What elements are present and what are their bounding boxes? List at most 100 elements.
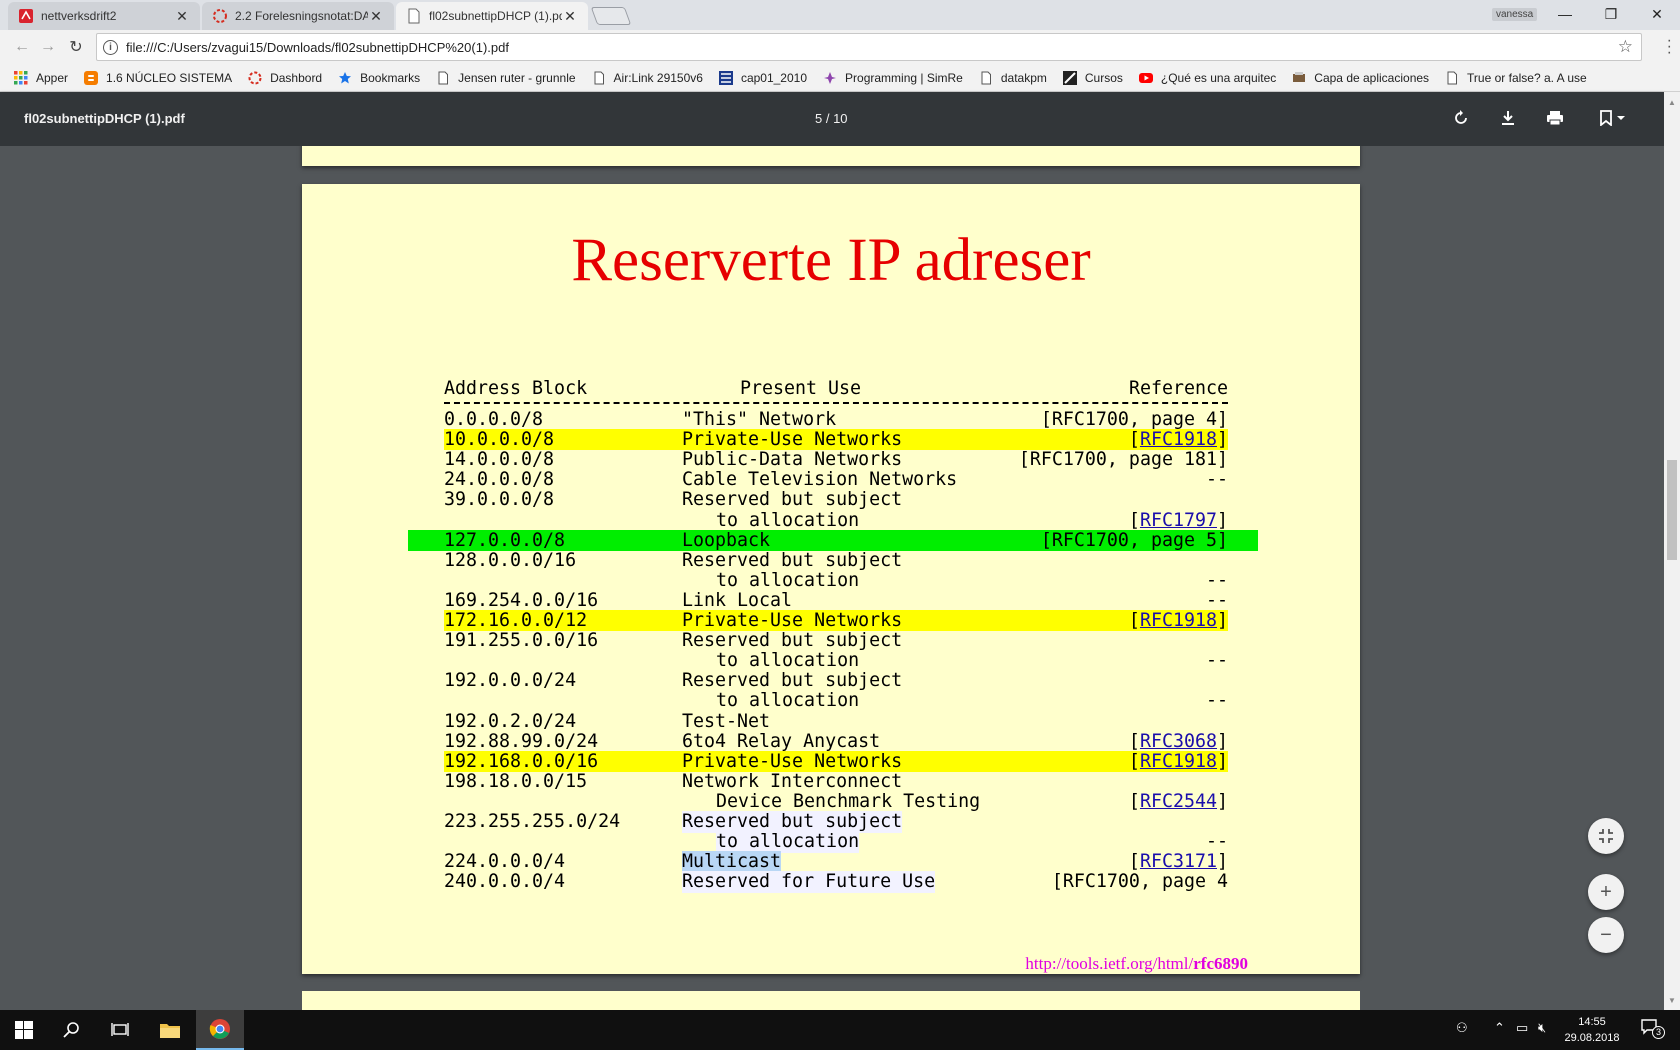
- scroll-down-icon[interactable]: ▼: [1668, 996, 1676, 1005]
- volume-muted-icon[interactable]: 🔇︎: [1538, 1020, 1546, 1036]
- info-icon[interactable]: i: [103, 39, 118, 55]
- chrome-icon[interactable]: [196, 1010, 244, 1050]
- address-block-cell: 172.16.0.0/12: [444, 610, 588, 631]
- rfc-link[interactable]: RFC1797: [1140, 510, 1217, 531]
- rotate-icon[interactable]: [1449, 106, 1473, 130]
- bookmark-item[interactable]: ¿Qué es una arquitec: [1138, 71, 1276, 85]
- new-tab-button[interactable]: [590, 7, 632, 25]
- zoom-in-icon[interactable]: +: [1588, 874, 1624, 910]
- bookmark-label: Apper: [36, 70, 69, 85]
- minimize-icon[interactable]: —: [1542, 0, 1588, 28]
- rfc-link[interactable]: RFC3068: [1140, 731, 1217, 752]
- bookmark-item[interactable]: Programming | SimRe: [823, 71, 963, 85]
- pdf-viewer[interactable]: Reserverte IP adreser Address Block Pres…: [0, 146, 1664, 1010]
- reference-cell: [RFC1700, page 181]: [1018, 449, 1228, 471]
- tab-close-icon[interactable]: ✕: [562, 8, 578, 25]
- pdf-filename: fl02subnettipDHCP (1).pdf: [24, 111, 185, 126]
- tab-pdf-active[interactable]: fl02subnettipDHCP (1).pd ✕: [396, 2, 588, 30]
- action-center-icon[interactable]: 3: [1640, 1018, 1665, 1039]
- tray-chevron-icon[interactable]: ⌃: [1494, 1020, 1505, 1036]
- bookmark-item[interactable]: Bookmarks: [338, 71, 420, 85]
- address-block-cell: 127.0.0.0/8: [444, 529, 566, 551]
- table-row: Device Benchmark Testing [RFC2544]: [302, 791, 1360, 813]
- loading-spinner-icon: [212, 8, 228, 24]
- present-use-cell: Private-Use Networks: [682, 610, 903, 631]
- bookmark-item[interactable]: Air:Link 29150v6: [592, 71, 703, 85]
- rfc-link[interactable]: RFC1918: [1140, 751, 1217, 772]
- table-row: to allocation --: [302, 690, 1360, 712]
- url-text[interactable]: file:///C:/Users/zvagui15/Downloads/fl02…: [126, 40, 509, 55]
- chrome-menu-icon[interactable]: · · ·: [1667, 33, 1672, 61]
- bookmark-item[interactable]: datakpm: [979, 71, 1047, 85]
- bracket-open: [: [1128, 730, 1140, 752]
- table-row: 39.0.0.0/8 Reserved but subject: [302, 489, 1360, 511]
- bracket-open: [: [1128, 509, 1140, 531]
- source-link-rfc[interactable]: rfc6890: [1193, 954, 1248, 973]
- bookmark-item[interactable]: Cursos: [1062, 70, 1123, 85]
- bookmark-item[interactable]: Capa de aplicaciones: [1292, 71, 1429, 85]
- flag-icon: [718, 70, 733, 85]
- bookmark-label: datakpm: [1000, 70, 1047, 85]
- star-icon: [338, 71, 352, 85]
- task-view-icon[interactable]: [96, 1010, 144, 1050]
- rfc-link[interactable]: RFC3171: [1140, 851, 1217, 872]
- present-use-cell: Test-Net: [682, 710, 771, 732]
- reference-cell: [RFC1700, page 5]: [1040, 529, 1228, 551]
- bookmark-item[interactable]: cap01_2010: [718, 70, 807, 85]
- present-use-cell: to allocation: [716, 690, 860, 712]
- bookmark-item[interactable]: Dashbord: [248, 71, 322, 85]
- profile-name-chip[interactable]: vanessa: [1492, 8, 1538, 21]
- bookmark-label: Programming | SimRe: [845, 70, 963, 85]
- table-row: to allocation --: [302, 831, 1360, 853]
- windows-start-icon[interactable]: [0, 1010, 48, 1050]
- back-arrow-icon[interactable]: ←: [12, 37, 32, 57]
- bracket-open: [: [1128, 790, 1140, 812]
- network-icon[interactable]: ▭: [1516, 1020, 1528, 1036]
- people-icon[interactable]: ⚇: [1456, 1020, 1468, 1036]
- bookmark-item[interactable]: Jensen ruter - grunnle: [436, 71, 576, 85]
- present-use-cell: to allocation: [716, 509, 860, 531]
- table-row: 24.0.0.0/8 Cable Television Networks --: [302, 469, 1360, 491]
- bookmark-item[interactable]: 1.6 NÚCLEO SISTEMA: [84, 70, 232, 85]
- file-explorer-icon[interactable]: [146, 1010, 194, 1050]
- rfc-link[interactable]: RFC1918: [1140, 429, 1217, 450]
- close-window-icon[interactable]: ✕: [1634, 0, 1680, 28]
- scroll-up-icon[interactable]: ▲: [1668, 98, 1676, 107]
- page-indicator[interactable]: 5 / 10: [815, 111, 848, 126]
- search-icon[interactable]: [48, 1010, 96, 1050]
- download-icon[interactable]: [1496, 106, 1520, 130]
- bookmark-menu-icon[interactable]: [1596, 106, 1632, 130]
- bookmark-item[interactable]: True or false? a. A use: [1445, 71, 1587, 85]
- address-block-cell: 10.0.0.0/8: [444, 429, 555, 451]
- fit-page-icon[interactable]: [1588, 818, 1624, 854]
- source-link-prefix[interactable]: http://tools.ietf.org/html/: [1025, 954, 1193, 973]
- forward-arrow-icon[interactable]: →: [38, 37, 58, 57]
- source-link[interactable]: http://tools.ietf.org/html/rfc6890: [1025, 954, 1248, 974]
- table-row: 192.168.0.0/16 Private-Use Networks [RFC19…: [302, 750, 1360, 773]
- tab-close-icon[interactable]: ✕: [368, 8, 384, 25]
- rfc-link[interactable]: RFC2544: [1140, 791, 1217, 812]
- cursos-icon: [1062, 70, 1077, 85]
- page-icon: [592, 71, 606, 85]
- address-block-cell: 191.255.0.0/16: [444, 630, 599, 652]
- vertical-scrollbar[interactable]: ▲ ▼: [1664, 92, 1680, 1010]
- bookmark-label: Dashbord: [270, 70, 323, 85]
- address-block-cell: 223.255.255.0/24: [444, 811, 621, 832]
- tab-forelesningsnotat[interactable]: 2.2 Forelesningsnotat:DA ✕: [202, 2, 394, 30]
- reference-cell: [RFC3068]: [1129, 731, 1228, 753]
- zoom-out-icon[interactable]: −: [1588, 917, 1624, 953]
- taskbar-clock[interactable]: 14:55 29.08.2018: [1556, 1014, 1628, 1046]
- rfc-link[interactable]: RFC1918: [1140, 610, 1217, 631]
- scroll-thumb[interactable]: [1667, 460, 1677, 560]
- bookmark-item[interactable]: Apper: [14, 70, 69, 85]
- tab-nettverksdrift2[interactable]: nettverksdrift2 ✕: [8, 2, 200, 30]
- table-row: to allocation --: [302, 650, 1360, 672]
- bookmark-star-icon[interactable]: ☆: [1618, 37, 1633, 57]
- restore-icon[interactable]: ❐: [1588, 0, 1634, 28]
- tab-close-icon[interactable]: ✕: [174, 8, 190, 25]
- reload-icon[interactable]: ↻: [66, 37, 86, 57]
- present-use-cell: Device Benchmark Testing: [716, 790, 981, 812]
- address-bar[interactable]: i file:///C:/Users/zvagui15/Downloads/fl…: [96, 33, 1642, 61]
- print-icon[interactable]: [1543, 106, 1567, 130]
- address-block-cell: 24.0.0.0/8: [444, 469, 555, 491]
